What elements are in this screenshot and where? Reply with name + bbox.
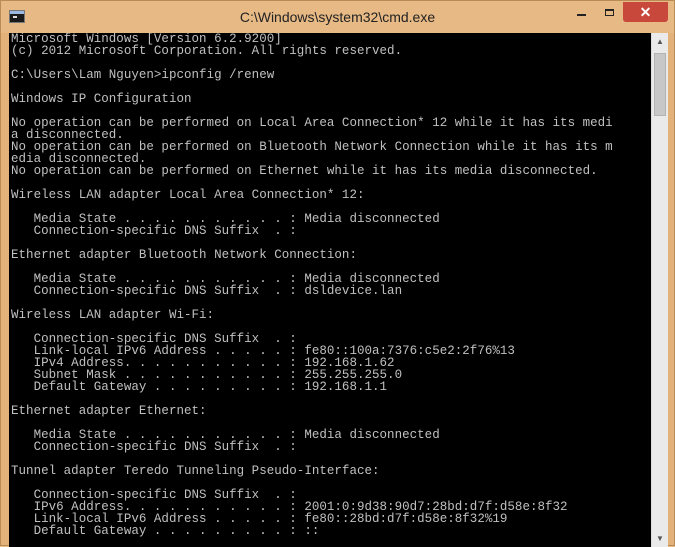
console-client-area: Microsoft Windows [Version 6.2.9200] (c) … (9, 33, 668, 547)
close-icon: ✕ (639, 3, 652, 20)
scroll-down-arrow-icon[interactable]: ▼ (652, 530, 668, 547)
title-bar[interactable]: C:\Windows\system32\cmd.exe ✕ (1, 1, 674, 33)
console-output[interactable]: Microsoft Windows [Version 6.2.9200] (c) … (11, 33, 650, 547)
console-line: Connection-specific DNS Suffix . : (11, 440, 297, 454)
minimize-button[interactable] (567, 2, 595, 22)
scrollbar-thumb[interactable] (654, 53, 666, 116)
console-line: C:\Users\Lam Nguyen>ipconfig /renew (11, 68, 275, 82)
console-line: (c) 2012 Microsoft Corporation. All righ… (11, 44, 403, 58)
console-line: Connection-specific DNS Suffix . : dslde… (11, 284, 403, 298)
console-line: Ethernet adapter Ethernet: (11, 404, 207, 418)
console-line: Windows IP Configuration (11, 92, 192, 106)
console-line: Ethernet adapter Bluetooth Network Conne… (11, 248, 357, 262)
console-line: Tunnel adapter Teredo Tunneling Pseudo-I… (11, 464, 380, 478)
maximize-button[interactable] (595, 2, 623, 22)
console-line: Default Gateway . . . . . . . . . : :: (11, 524, 320, 538)
console-line: Default Gateway . . . . . . . . . : 192.… (11, 380, 388, 394)
console-window: C:\Windows\system32\cmd.exe ✕ Microsoft … (0, 0, 675, 547)
console-line: Connection-specific DNS Suffix . : (11, 224, 297, 238)
vertical-scrollbar[interactable]: ▲ ▼ (651, 33, 668, 547)
scroll-up-arrow-icon[interactable]: ▲ (652, 33, 668, 50)
close-button[interactable]: ✕ (623, 2, 668, 22)
window-controls: ✕ (567, 2, 668, 24)
console-line: No operation can be performed on Etherne… (11, 164, 598, 178)
console-line: Wireless LAN adapter Wi-Fi: (11, 308, 215, 322)
minimize-icon (576, 14, 586, 16)
console-line: Wireless LAN adapter Local Area Connecti… (11, 188, 365, 202)
maximize-icon (604, 8, 614, 16)
